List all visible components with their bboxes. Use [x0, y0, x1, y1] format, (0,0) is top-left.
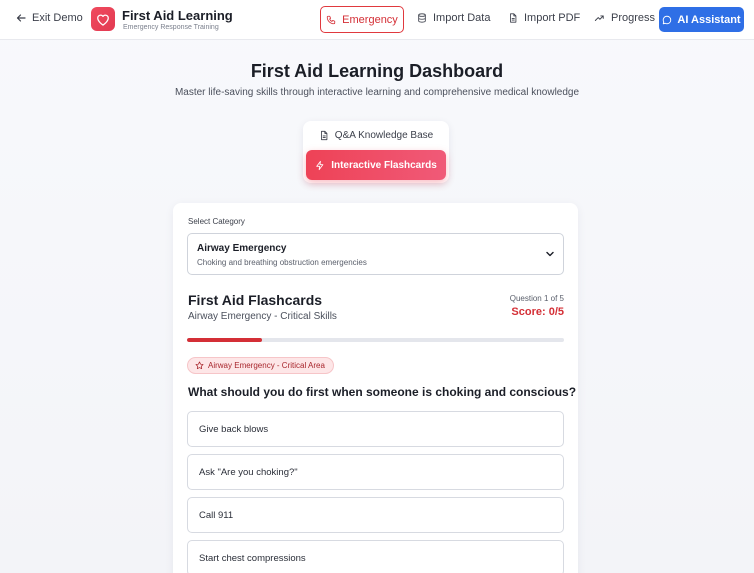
category-selected-title: Airway Emergency — [197, 243, 287, 254]
category-badge: Airway Emergency - Critical Area — [187, 357, 334, 374]
heart-icon — [97, 14, 109, 26]
app-logo — [91, 7, 115, 31]
answer-option[interactable]: Start chest compressions — [187, 540, 564, 573]
question-text: What should you do first when someone is… — [188, 385, 577, 399]
exit-demo-button[interactable]: Exit Demo — [16, 12, 83, 24]
database-icon — [418, 13, 426, 23]
phone-icon — [327, 15, 336, 24]
page-title: First Aid Learning Dashboard — [250, 61, 504, 81]
category-badge-label: Airway Emergency - Critical Area — [208, 361, 325, 370]
exit-demo-label: Exit Demo — [32, 12, 83, 24]
progress-bar — [187, 338, 564, 342]
flashcards-subtitle: Airway Emergency - Critical Skills — [188, 311, 337, 322]
interactive-flashcards-tab[interactable]: Interactive Flashcards — [306, 150, 446, 180]
arrow-left-icon — [16, 14, 26, 22]
import-data-button[interactable]: Import Data — [417, 12, 490, 24]
file-icon — [510, 13, 517, 23]
answer-option[interactable]: Ask "Are you choking?" — [187, 454, 564, 490]
progress-button[interactable]: Progress — [594, 12, 655, 24]
trending-up-icon — [594, 15, 604, 21]
answer-option[interactable]: Give back blows — [187, 411, 564, 447]
qa-tab-label: Q&A Knowledge Base — [334, 129, 434, 141]
chat-bubble-icon — [663, 15, 672, 24]
qa-knowledge-base-tab[interactable]: Q&A Knowledge Base — [303, 121, 449, 149]
lightning-icon — [316, 160, 324, 170]
flashcards-title: First Aid Flashcards — [188, 292, 323, 308]
import-pdf-button[interactable]: Import PDF — [508, 12, 580, 24]
document-icon — [320, 130, 328, 140]
app-header: Exit Demo First Aid Learning Emergency R… — [0, 0, 754, 40]
star-icon — [195, 361, 204, 370]
answer-option[interactable]: Call 911 — [187, 497, 564, 533]
chevron-down-icon — [546, 251, 554, 257]
brand-title: First Aid Learning — [122, 8, 233, 23]
progress-label: Progress — [611, 12, 656, 24]
question-counter: Question 1 of 5 — [509, 294, 564, 303]
import-data-label: Import Data — [433, 12, 491, 24]
mode-selector: Q&A Knowledge Base Interactive Flashcard… — [303, 121, 449, 183]
flashcard-panel: Select Category Airway Emergency Choking… — [173, 203, 578, 573]
brand-subtitle: Emergency Response Training — [123, 24, 219, 31]
category-selected-desc: Choking and breathing obstruction emerge… — [197, 258, 367, 267]
ai-assistant-label: AI Assistant — [677, 13, 741, 26]
category-select[interactable]: Airway Emergency Choking and breathing o… — [187, 233, 564, 275]
page-subtitle: Master life-saving skills through intera… — [174, 87, 580, 98]
emergency-button[interactable]: Emergency — [320, 6, 404, 33]
score: Score: 0/5 — [511, 306, 564, 318]
category-label: Select Category — [188, 217, 245, 226]
ai-assistant-button[interactable]: AI Assistant — [659, 7, 744, 32]
emergency-label: Emergency — [342, 13, 398, 26]
progress-bar-fill — [187, 338, 263, 342]
import-pdf-label: Import PDF — [524, 12, 581, 24]
flashcards-tab-label: Interactive Flashcards — [331, 159, 437, 171]
